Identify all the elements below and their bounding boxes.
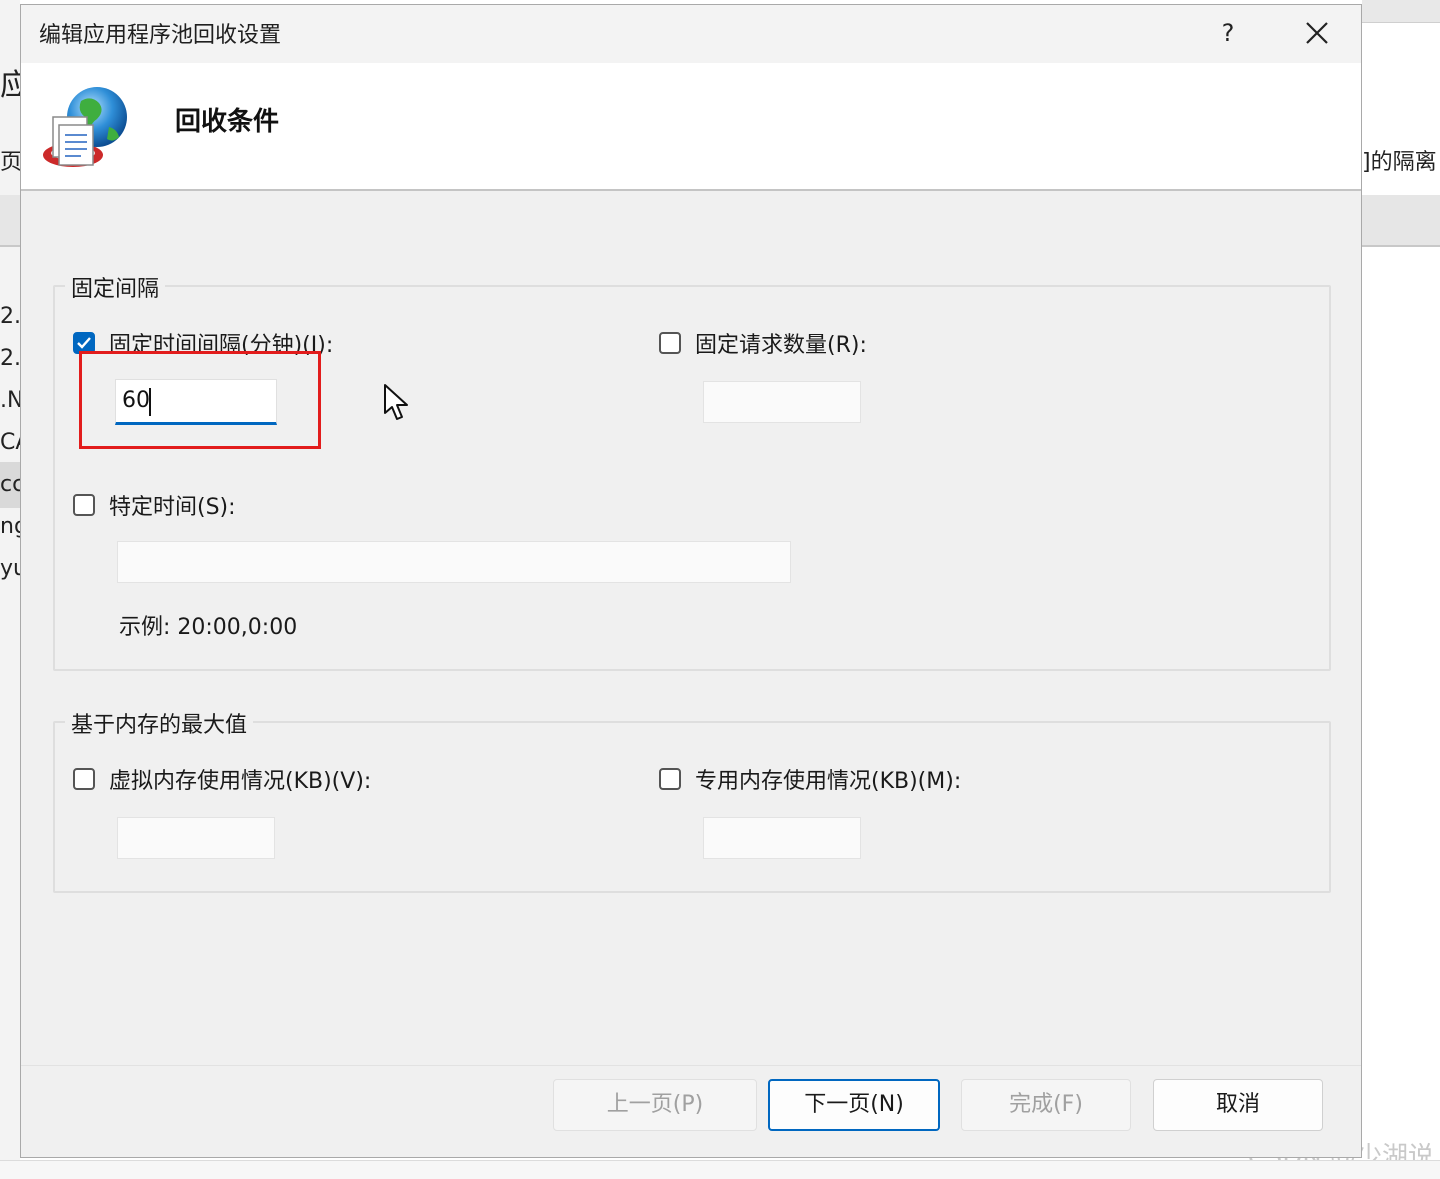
specific-time-checkbox[interactable]	[73, 494, 95, 516]
virtual-memory-label: 虚拟内存使用情况(KB)(V):	[109, 769, 372, 794]
checkmark-icon	[77, 337, 91, 349]
request-limit-checkbox[interactable]	[659, 332, 681, 354]
background-text: CA	[0, 430, 20, 455]
private-memory-input[interactable]	[703, 817, 861, 859]
wizard-header: 回收条件	[21, 63, 1361, 191]
close-icon	[1306, 22, 1328, 44]
background-text: ng	[0, 514, 20, 539]
background-text: yu	[0, 556, 20, 581]
background-window-right: ]的隔离 CSDN @少湖说	[1248, 0, 1440, 1178]
example-hint: 示例: 20:00,0:00	[119, 615, 298, 640]
app-pool-globe-icon	[43, 87, 127, 167]
cancel-button[interactable]: 取消	[1153, 1079, 1323, 1131]
background-window-left: 应 页 2.( 2.( .N CA cc ng yu	[0, 0, 20, 1178]
memory-limit-group	[53, 721, 1331, 893]
request-limit-option[interactable]: 固定请求数量(R):	[659, 327, 867, 359]
background-topbar	[1362, 0, 1440, 23]
window-title: 编辑应用程序池回收设置	[39, 23, 282, 48]
background-text: cc	[0, 472, 20, 497]
annotation-highlight-box	[79, 351, 321, 449]
background-text: 2.(	[0, 346, 20, 371]
background-text: ]的隔离	[1362, 150, 1437, 175]
background-text: 2.(	[0, 304, 20, 329]
private-memory-checkbox[interactable]	[659, 768, 681, 790]
background-text: .N	[0, 388, 20, 413]
virtual-memory-input[interactable]	[117, 817, 275, 859]
previous-button[interactable]: 上一页(P)	[553, 1079, 757, 1131]
close-button[interactable]	[1295, 13, 1339, 53]
memory-limit-legend: 基于内存的最大值	[65, 707, 254, 739]
request-limit-label: 固定请求数量(R):	[695, 333, 867, 358]
specific-time-input[interactable]	[117, 541, 791, 583]
background-text: 页	[0, 150, 20, 175]
background-bottom-strip	[0, 1160, 1440, 1179]
title-bar: 编辑应用程序池回收设置 ?	[21, 5, 1361, 63]
background-text: 应	[0, 68, 20, 103]
specific-time-option[interactable]: 特定时间(S):	[73, 489, 236, 521]
virtual-memory-option[interactable]: 虚拟内存使用情况(KB)(V):	[73, 763, 371, 795]
private-memory-label: 专用内存使用情况(KB)(M):	[695, 769, 962, 794]
mouse-pointer-icon	[384, 384, 408, 420]
footer-separator	[21, 1065, 1361, 1066]
private-memory-option[interactable]: 专用内存使用情况(KB)(M):	[659, 763, 961, 795]
help-button[interactable]: ?	[1209, 13, 1247, 53]
finish-button[interactable]: 完成(F)	[961, 1079, 1131, 1131]
fixed-interval-legend: 固定间隔	[65, 271, 166, 303]
specific-time-label: 特定时间(S):	[109, 495, 236, 520]
background-toolbar-band	[0, 195, 20, 247]
background-toolbar-band	[1362, 195, 1440, 247]
recycling-settings-dialog: 编辑应用程序池回收设置 ? 回收条件 固定间隔 固定时间间隔(分钟)(I): 6…	[20, 4, 1362, 1158]
page-title: 回收条件	[175, 107, 280, 137]
next-button[interactable]: 下一页(N)	[768, 1079, 940, 1131]
request-limit-input[interactable]	[703, 381, 861, 423]
virtual-memory-checkbox[interactable]	[73, 768, 95, 790]
